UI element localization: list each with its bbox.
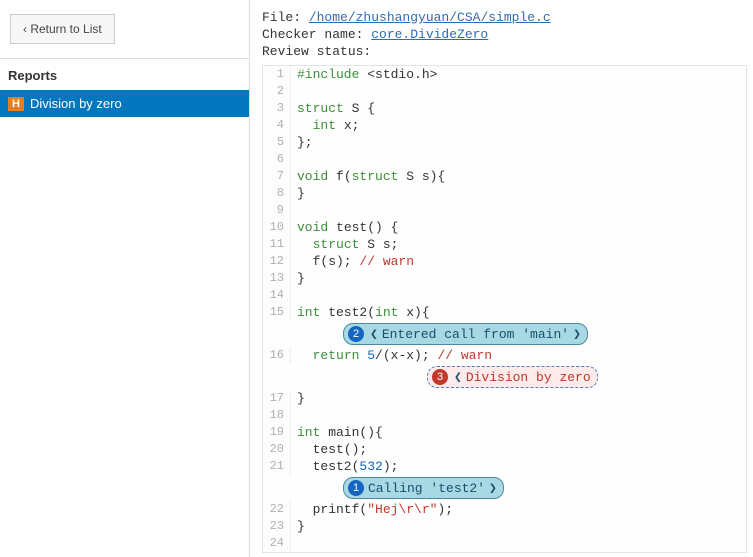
code-line: 11 struct S s;	[263, 236, 746, 253]
severity-badge: H	[8, 97, 24, 111]
source-text: }	[291, 390, 305, 407]
checker-meta: Checker name: core.DivideZero	[262, 27, 747, 42]
source-text: int test2(int x){	[291, 304, 430, 321]
line-number: 2	[263, 83, 291, 100]
chevron-left-icon[interactable]: ❮	[454, 370, 462, 385]
source-text: struct S s;	[291, 236, 398, 253]
line-number: 4	[263, 117, 291, 134]
line-number: 11	[263, 236, 291, 253]
line-number: 15	[263, 304, 291, 321]
code-line: 6	[263, 151, 746, 168]
diagnostic-step: 3 ❮ Division by zero	[263, 364, 746, 390]
diagnostic-step: 1 Calling 'test2' ❯	[263, 475, 746, 501]
source-text: }	[291, 518, 305, 535]
diagnostic-message: Division by zero	[466, 370, 591, 385]
line-number: 7	[263, 168, 291, 185]
code-viewer: 1#include <stdio.h>23struct S {4 int x;5…	[262, 65, 747, 553]
review-label: Review status:	[262, 44, 371, 59]
line-number: 21	[263, 458, 291, 475]
diagnostic-step: 2 ❮ Entered call from 'main' ❯	[263, 321, 746, 347]
source-text: void f(struct S s){	[291, 168, 445, 185]
code-line: 5};	[263, 134, 746, 151]
line-number: 3	[263, 100, 291, 117]
line-number: 17	[263, 390, 291, 407]
line-number: 12	[263, 253, 291, 270]
review-meta: Review status:	[262, 44, 747, 59]
line-number: 16	[263, 347, 291, 364]
source-text: void test() {	[291, 219, 398, 236]
step-number-badge: 1	[348, 480, 364, 496]
code-line: 19int main(){	[263, 424, 746, 441]
code-line: 3struct S {	[263, 100, 746, 117]
code-line: 7void f(struct S s){	[263, 168, 746, 185]
code-line: 9	[263, 202, 746, 219]
step-number-badge: 3	[432, 369, 448, 385]
file-label: File:	[262, 10, 309, 25]
line-number: 6	[263, 151, 291, 168]
chevron-left-icon[interactable]: ❮	[370, 327, 378, 342]
source-text: }	[291, 270, 305, 287]
report-item[interactable]: H Division by zero	[0, 90, 249, 117]
code-line: 18	[263, 407, 746, 424]
main-panel: File: /home/zhushangyuan/CSA/simple.c Ch…	[250, 0, 753, 557]
line-number: 20	[263, 441, 291, 458]
code-line: 2	[263, 83, 746, 100]
source-text: #include <stdio.h>	[291, 66, 437, 83]
code-line: 13}	[263, 270, 746, 287]
chevron-right-icon[interactable]: ❯	[573, 327, 581, 342]
code-line: 16 return 5/(x-x); // warn	[263, 347, 746, 364]
chevron-right-icon[interactable]: ❯	[489, 481, 497, 496]
code-line: 23}	[263, 518, 746, 535]
reports-header: Reports	[0, 58, 249, 90]
code-line: 21 test2(532);	[263, 458, 746, 475]
diagnostic-message: Calling 'test2'	[368, 481, 485, 496]
step-number-badge: 2	[348, 326, 364, 342]
sidebar: ‹ Return to List Reports H Division by z…	[0, 0, 250, 557]
line-number: 8	[263, 185, 291, 202]
file-meta: File: /home/zhushangyuan/CSA/simple.c	[262, 10, 747, 25]
code-line: 20 test();	[263, 441, 746, 458]
line-number: 9	[263, 202, 291, 219]
line-number: 14	[263, 287, 291, 304]
code-line: 8}	[263, 185, 746, 202]
file-path-link[interactable]: /home/zhushangyuan/CSA/simple.c	[309, 10, 551, 25]
code-line: 1#include <stdio.h>	[263, 66, 746, 83]
report-label: Division by zero	[30, 96, 122, 111]
line-number: 22	[263, 501, 291, 518]
path-step-bubble[interactable]: 2 ❮ Entered call from 'main' ❯	[343, 323, 588, 345]
line-number: 5	[263, 134, 291, 151]
source-text: printf("Hej\r\r");	[291, 501, 453, 518]
line-number: 1	[263, 66, 291, 83]
code-line: 24	[263, 535, 746, 552]
source-text: };	[291, 134, 313, 151]
code-line: 10void test() {	[263, 219, 746, 236]
code-line: 4 int x;	[263, 117, 746, 134]
line-number: 23	[263, 518, 291, 535]
checker-label: Checker name:	[262, 27, 371, 42]
source-text: int x;	[291, 117, 359, 134]
line-number: 13	[263, 270, 291, 287]
line-number: 10	[263, 219, 291, 236]
source-text: int main(){	[291, 424, 383, 441]
line-number: 19	[263, 424, 291, 441]
code-line: 14	[263, 287, 746, 304]
source-text: return 5/(x-x); // warn	[291, 347, 492, 364]
line-number: 24	[263, 535, 291, 552]
diagnostic-message: Entered call from 'main'	[382, 327, 569, 342]
code-line: 15int test2(int x){	[263, 304, 746, 321]
source-text: test();	[291, 441, 367, 458]
code-line: 17}	[263, 390, 746, 407]
checker-name-link[interactable]: core.DivideZero	[371, 27, 488, 42]
code-line: 12 f(s); // warn	[263, 253, 746, 270]
line-number: 18	[263, 407, 291, 424]
source-text: f(s); // warn	[291, 253, 414, 270]
source-text: }	[291, 185, 305, 202]
path-step-bubble[interactable]: 1 Calling 'test2' ❯	[343, 477, 504, 499]
source-text: test2(532);	[291, 458, 398, 475]
error-bubble[interactable]: 3 ❮ Division by zero	[427, 366, 598, 388]
code-line: 22 printf("Hej\r\r");	[263, 501, 746, 518]
source-text: struct S {	[291, 100, 375, 117]
return-to-list-button[interactable]: ‹ Return to List	[10, 14, 115, 44]
